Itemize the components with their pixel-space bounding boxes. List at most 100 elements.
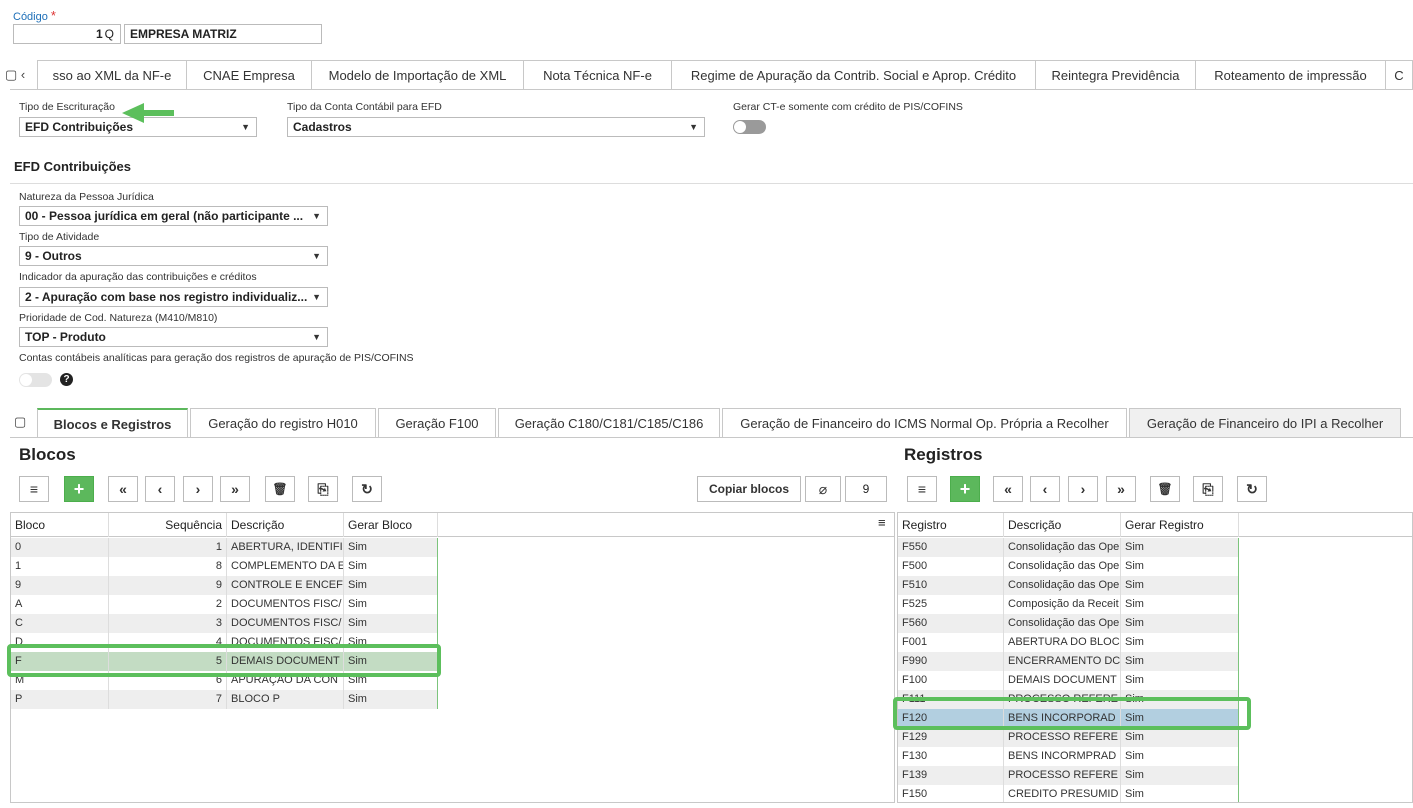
table-cell: Sim (344, 614, 438, 633)
table-row[interactable]: F560 Consolidação das Ope Sim (898, 614, 1239, 633)
tab-financeiro-icms[interactable]: Geração de Financeiro do ICMS Normal Op.… (722, 408, 1127, 438)
add-button[interactable]: + (64, 476, 94, 502)
table-cell: F550 (898, 538, 1004, 557)
tab-roteamento[interactable]: Roteamento de impressão (1195, 60, 1386, 90)
refresh-button[interactable]: ↻ (1237, 476, 1267, 502)
copy-button[interactable]: ⎘ (308, 476, 338, 502)
table-row[interactable]: 9 9 CONTROLE E ENCEF Sim (11, 576, 438, 595)
prev-button[interactable]: ‹ (145, 476, 175, 502)
tab-nota-tecnica[interactable]: Nota Técnica NF-e (523, 60, 672, 90)
contas-toggle[interactable] (19, 373, 52, 387)
table-row[interactable]: A 2 DOCUMENTOS FISC/Sim (11, 595, 438, 614)
copiar-blocos-button[interactable]: Copiar blocos (697, 476, 801, 502)
prev-button[interactable]: ‹ (1030, 476, 1060, 502)
tab-more[interactable]: C (1385, 60, 1413, 90)
last-button[interactable]: » (220, 476, 250, 502)
tab-modelo-xml[interactable]: Modelo de Importação de XML (311, 60, 524, 90)
table-row[interactable]: F139 PROCESSO REFERE Sim (898, 766, 1239, 785)
table-row[interactable]: F001 ABERTURA DO BLOC Sim (898, 633, 1239, 652)
natureza-select[interactable]: 00 - Pessoa jurídica em geral (não parti… (19, 206, 328, 226)
blocos-grid-header: Bloco Sequência Descrição Gerar Bloco (11, 513, 894, 537)
tabs-divider (10, 89, 1413, 90)
highlight-box (7, 644, 441, 677)
table-cell: C (11, 614, 109, 633)
highlight-box (893, 697, 1251, 730)
tab-regime-apuracao[interactable]: Regime de Apuração da Contrib. Social e … (671, 60, 1036, 90)
delete-button[interactable]: 🗑 (265, 476, 295, 502)
table-cell: F510 (898, 576, 1004, 595)
last-button[interactable]: » (1106, 476, 1136, 502)
tab-geracao-f100[interactable]: Geração F100 (378, 408, 496, 438)
tipo-conta-select[interactable]: Cadastros ▼ (287, 117, 705, 137)
tabs-scroll-left-icon[interactable]: ▢ ‹ (5, 67, 25, 83)
table-row[interactable]: F550 Consolidação das Ope Sim (898, 538, 1239, 557)
table-row[interactable]: F100 DEMAIS DOCUMENT Sim (898, 671, 1239, 690)
table-cell: F001 (898, 633, 1004, 652)
grid-menu-icon[interactable]: ≡ (878, 515, 886, 530)
table-cell: A (11, 595, 109, 614)
table-row[interactable]: F525 Composição da Receit Sim (898, 595, 1239, 614)
tab-cnae[interactable]: CNAE Empresa (186, 60, 312, 90)
table-row[interactable]: F129 PROCESSO REFERE Sim (898, 728, 1239, 747)
column-header[interactable]: Descrição (227, 513, 344, 537)
table-cell: Sim (344, 557, 438, 576)
table-cell: F139 (898, 766, 1004, 785)
top-tabs: ▢ ‹ sso ao XML da NF-e CNAE Empresa Mode… (0, 60, 1413, 90)
next-button[interactable]: › (183, 476, 213, 502)
tabs-scroll-icon[interactable]: ▢ (14, 414, 26, 430)
chevron-down-icon: ▼ (312, 251, 321, 261)
table-cell: Sim (344, 690, 438, 709)
list-button[interactable]: ≡ (19, 476, 49, 502)
atividade-select[interactable]: 9 - Outros ▼ (19, 246, 328, 266)
code-label: Código * (13, 8, 56, 23)
tab-reintegra[interactable]: Reintegra Previdência (1035, 60, 1196, 90)
refresh-button[interactable]: ↻ (352, 476, 382, 502)
table-cell: F560 (898, 614, 1004, 633)
column-header[interactable]: Bloco (11, 513, 109, 537)
section-title: EFD Contribuições (14, 159, 132, 174)
next-button[interactable]: › (1068, 476, 1098, 502)
gerar-cte-toggle[interactable] (733, 120, 766, 134)
list-button[interactable]: ≡ (907, 476, 937, 502)
table-row[interactable]: F500 Consolidação das Ope Sim (898, 557, 1239, 576)
attachment-button[interactable]: ⌀ (805, 476, 841, 502)
table-cell: F130 (898, 747, 1004, 766)
table-row[interactable]: F510 Consolidação das Ope Sim (898, 576, 1239, 595)
column-header[interactable]: Gerar Bloco (344, 513, 438, 537)
table-row[interactable]: F990 ENCERRAMENTO DC Sim (898, 652, 1239, 671)
table-cell: CONTROLE E ENCEF (227, 576, 344, 595)
tab-geracao-h010[interactable]: Geração do registro H010 (190, 408, 376, 438)
copy-button[interactable]: ⎘ (1193, 476, 1223, 502)
attachment-count: 9 (845, 476, 887, 502)
tab-financeiro-ipi[interactable]: Geração de Financeiro do IPI a Recolher (1129, 408, 1401, 438)
first-button[interactable]: « (993, 476, 1023, 502)
column-header[interactable]: Sequência (109, 513, 227, 537)
table-cell: Sim (1121, 538, 1239, 557)
column-header[interactable]: Gerar Registro (1121, 513, 1239, 537)
tab-geracao-c180[interactable]: Geração C180/C181/C185/C186 (498, 408, 720, 438)
table-row[interactable]: F130 BENS INCORMPRAD Sim (898, 747, 1239, 766)
chevron-down-icon: ▼ (241, 122, 250, 132)
table-row[interactable]: P 7 BLOCO P Sim (11, 690, 438, 709)
table-cell: 1 (11, 557, 109, 576)
table-cell: Consolidação das Ope (1004, 614, 1121, 633)
help-icon[interactable]: ? (60, 373, 73, 386)
indicador-select[interactable]: 2 - Apuração com base nos registro indiv… (19, 287, 328, 307)
tab-blocos-registros[interactable]: Blocos e Registros (37, 408, 188, 438)
table-row[interactable]: C 3 DOCUMENTOS FISC/Sim (11, 614, 438, 633)
delete-button[interactable]: 🗑 (1150, 476, 1180, 502)
search-icon[interactable]: Q (105, 27, 114, 41)
column-header[interactable]: Registro (898, 513, 1004, 537)
table-row[interactable]: F150 CREDITO PRESUMID Sim (898, 785, 1239, 802)
table-row[interactable]: 0 1 ABERTURA, IDENTIFI Sim (11, 538, 438, 557)
atividade-label: Tipo de Atividade (19, 231, 100, 243)
first-button[interactable]: « (108, 476, 138, 502)
code-input[interactable]: 1Q (13, 24, 121, 44)
table-cell: ABERTURA, IDENTIFI (227, 538, 344, 557)
add-button[interactable]: + (950, 476, 980, 502)
prioridade-select[interactable]: TOP - Produto ▼ (19, 327, 328, 347)
column-header[interactable]: Descrição (1004, 513, 1121, 537)
tab-xml-access[interactable]: sso ao XML da NF-e (37, 60, 187, 90)
table-row[interactable]: 1 8 COMPLEMENTO DA E Sim (11, 557, 438, 576)
table-cell: PROCESSO REFERE (1004, 766, 1121, 785)
